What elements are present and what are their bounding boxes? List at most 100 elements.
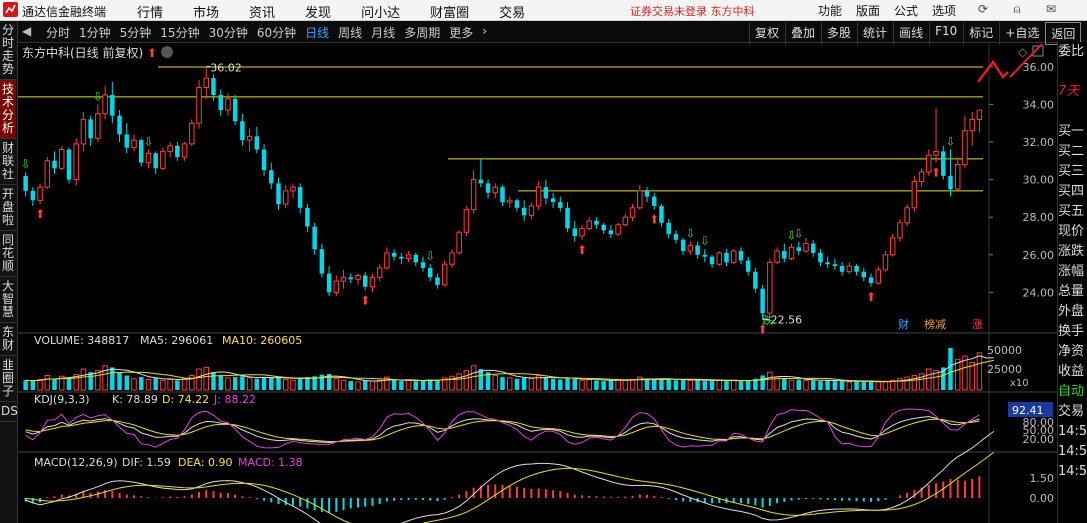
candle-body[interactable]	[297, 187, 303, 208]
candle-body[interactable]	[962, 130, 968, 166]
login-notice[interactable]: 证券交易未登录 东方中科	[630, 3, 755, 19]
candle-body[interactable]	[181, 143, 188, 158]
candle-body[interactable]	[629, 207, 636, 218]
menu-item-ask[interactable]: 问小达	[361, 2, 400, 21]
candle-body[interactable]	[730, 250, 737, 263]
candle-body[interactable]	[861, 271, 867, 278]
candle-body[interactable]	[175, 145, 180, 158]
candle-body[interactable]	[326, 273, 332, 293]
period-60min[interactable]: 60分钟	[257, 24, 296, 41]
candle-body[interactable]	[948, 175, 953, 189]
candle-body[interactable]	[240, 121, 245, 141]
candle-body[interactable]	[254, 136, 260, 150]
candle-body[interactable]	[572, 228, 577, 236]
menu-item-trade[interactable]: 交易	[499, 2, 525, 21]
candle-body[interactable]	[456, 231, 462, 254]
left-tab-eastmoney[interactable]: 东财	[0, 323, 16, 356]
menu-item-news[interactable]: 资讯	[249, 2, 275, 21]
candle-body[interactable]	[608, 230, 614, 235]
candle-body[interactable]	[767, 261, 773, 314]
candle-body[interactable]	[954, 164, 961, 190]
candle-body[interactable]	[565, 207, 570, 229]
candle-body[interactable]	[918, 171, 925, 182]
refresh-icon[interactable]: ⟳	[975, 2, 991, 17]
candle-body[interactable]	[738, 251, 744, 261]
candle-body[interactable]	[976, 109, 983, 120]
candle-body[interactable]	[391, 252, 397, 257]
diamond-icon[interactable]: ◇	[1018, 45, 1028, 59]
menu-item-discover[interactable]: 发现	[305, 2, 331, 21]
menu-item-function[interactable]: 功能	[818, 2, 842, 19]
candle-body[interactable]	[203, 77, 209, 88]
candle-body[interactable]	[854, 266, 859, 272]
candle-body[interactable]	[673, 234, 679, 240]
chevron-down-icon[interactable]	[161, 46, 173, 58]
left-tab-ds[interactable]: DS	[0, 402, 18, 422]
candle-body[interactable]	[659, 205, 664, 223]
candle-body[interactable]	[933, 150, 939, 156]
chevron-right-icon[interactable]: ›	[482, 24, 487, 41]
candle-body[interactable]	[550, 198, 556, 203]
left-tab-technical[interactable]: 技术分析	[0, 80, 16, 139]
candle-body[interactable]	[543, 187, 549, 199]
candle-body[interactable]	[225, 98, 231, 111]
candle-body[interactable]	[969, 118, 975, 132]
candle-body[interactable]	[66, 149, 72, 180]
candle-body[interactable]	[825, 262, 830, 265]
period-more[interactable]: 更多	[449, 24, 473, 41]
candle-body[interactable]	[153, 153, 158, 169]
candle-body[interactable]	[362, 275, 368, 287]
candle-body[interactable]	[196, 86, 202, 124]
candle-body[interactable]	[348, 277, 354, 280]
candle-body[interactable]	[803, 243, 809, 252]
up-arrow-icon[interactable]: ⬆	[147, 46, 157, 60]
candle-body[interactable]	[369, 276, 376, 288]
period-intraday[interactable]: 分时	[46, 24, 70, 41]
candle-body[interactable]	[355, 274, 361, 280]
candle-body[interactable]	[117, 115, 122, 135]
candle-body[interactable]	[788, 246, 795, 260]
candle-body[interactable]	[622, 216, 629, 226]
period-1min[interactable]: 1分钟	[79, 24, 111, 41]
candle-body[interactable]	[95, 113, 101, 139]
period-30min[interactable]: 30分钟	[209, 24, 248, 41]
candle-body[interactable]	[716, 252, 723, 265]
candle-body[interactable]	[44, 160, 51, 188]
period-15min[interactable]: 15分钟	[160, 24, 199, 41]
candle-body[interactable]	[261, 149, 267, 171]
candle-body[interactable]	[832, 264, 838, 267]
left-tab-intraday[interactable]: 分时走势	[0, 21, 16, 80]
candle-body[interactable]	[319, 249, 325, 274]
candle-body[interactable]	[110, 95, 115, 116]
candle-body[interactable]	[666, 222, 671, 235]
candle-body[interactable]	[232, 98, 238, 122]
candle-body[interactable]	[680, 239, 686, 252]
candle-body[interactable]	[441, 263, 448, 286]
user-icon[interactable]: ⍝	[1009, 2, 1025, 17]
period-5min[interactable]: 5分钟	[120, 24, 152, 41]
candle-body[interactable]	[80, 118, 87, 145]
candle-body[interactable]	[124, 134, 130, 148]
candle-body[interactable]	[52, 160, 57, 169]
menu-item-market[interactable]: 市场	[193, 2, 219, 21]
candle-body[interactable]	[506, 199, 513, 203]
candle-body[interactable]	[558, 202, 563, 208]
candle-body[interactable]	[651, 196, 657, 206]
candle-body[interactable]	[601, 224, 606, 231]
candle-body[interactable]	[637, 190, 643, 209]
candle-body[interactable]	[579, 227, 585, 237]
candle-body[interactable]	[500, 187, 505, 203]
stock-chart[interactable]: 36.00 34.00 32.00 30.00 28.00 26.00 24.00 ⇩ ⇩ ⇩ ⇩ ⇩…	[18, 42, 1057, 523]
candle-body[interactable]	[724, 252, 729, 263]
candle-body[interactable]	[485, 183, 491, 193]
candle-body[interactable]	[882, 254, 889, 271]
left-tab-dzh[interactable]: 大智慧	[0, 277, 16, 323]
candle-body[interactable]	[839, 266, 845, 272]
candle-body[interactable]	[282, 190, 289, 205]
candle-body[interactable]	[23, 175, 28, 191]
candle-body[interactable]	[594, 220, 599, 225]
candle-body[interactable]	[868, 277, 874, 283]
candle-body[interactable]	[449, 252, 455, 265]
candle-body[interactable]	[709, 256, 715, 265]
candle-body[interactable]	[774, 250, 780, 263]
